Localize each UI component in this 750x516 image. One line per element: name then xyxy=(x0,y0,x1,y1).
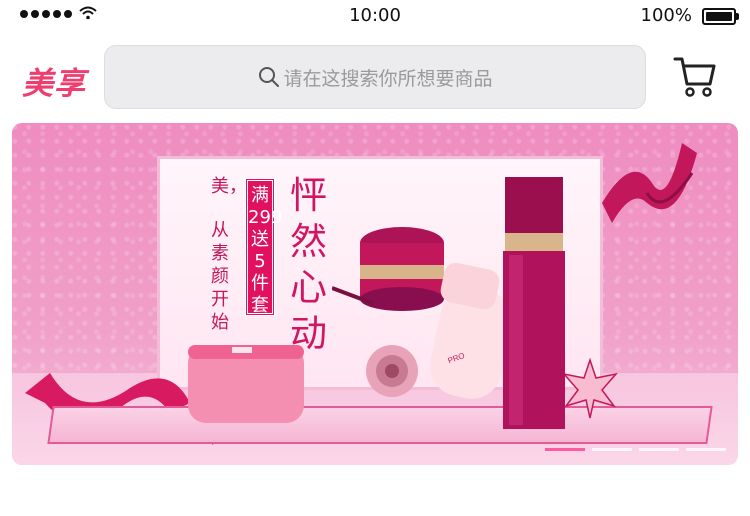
toner-bottle-image xyxy=(503,177,565,429)
cosmetic-bag-image xyxy=(188,345,304,423)
status-bar: 10:00 100% xyxy=(0,0,750,32)
cart-icon[interactable] xyxy=(672,54,718,98)
status-time: 10:00 xyxy=(349,5,401,26)
banner-headline: 怦然心动 xyxy=(290,174,327,355)
search-placeholder: 请在这搜索你所想要商品 xyxy=(283,67,493,90)
app-logo: 美享 xyxy=(22,66,86,102)
search-input[interactable]: 请在这搜索你所想要商品 xyxy=(104,45,646,109)
carousel-dot-active[interactable] xyxy=(545,448,585,451)
ribbon-right-decoration xyxy=(602,143,697,223)
promo-banner[interactable]: 美， 从素颜开始 满299送5件套 怦然心动 PRO xyxy=(12,123,738,465)
flower-decoration xyxy=(366,345,418,397)
slogan-line-2: 从素颜开始 xyxy=(211,220,229,333)
carousel-dot[interactable] xyxy=(686,448,726,451)
search-icon xyxy=(259,67,280,87)
carousel-dot[interactable] xyxy=(639,448,679,451)
slogan-line-1: 美， xyxy=(211,176,247,197)
battery-percent: 100% xyxy=(640,5,692,26)
carousel-dot[interactable] xyxy=(592,448,632,451)
battery-icon xyxy=(702,8,739,25)
promo-badge: 满299送5件套 xyxy=(245,178,282,316)
maple-leaf-decoration xyxy=(561,358,619,419)
carousel-indicators xyxy=(545,448,726,451)
